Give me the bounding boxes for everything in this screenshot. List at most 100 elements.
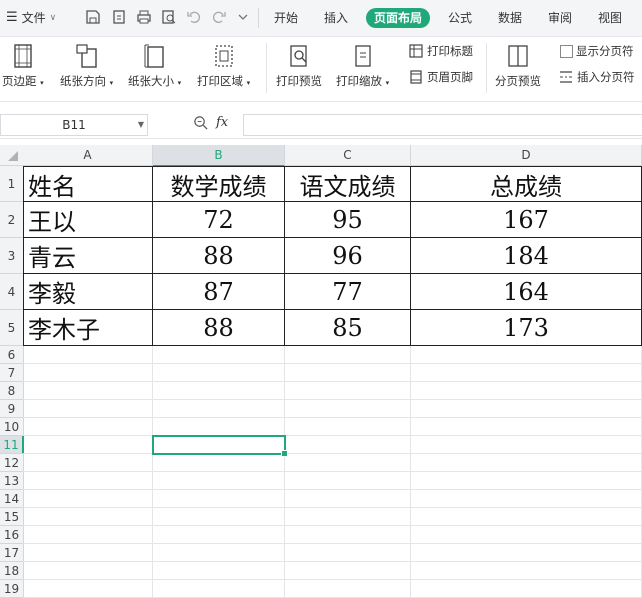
show-page-breaks-checkbox[interactable]: 显示分页符 — [560, 43, 634, 59]
select-all-corner[interactable] — [0, 145, 24, 166]
row-header-2[interactable]: 2 — [0, 202, 24, 238]
table-cell[interactable] — [23, 490, 153, 508]
row-header-3[interactable]: 3 — [0, 238, 24, 274]
table-cell[interactable] — [153, 382, 285, 400]
table-cell[interactable] — [411, 346, 642, 364]
row-header-6[interactable]: 6 — [0, 346, 24, 364]
table-cell[interactable]: 96 — [285, 238, 411, 274]
tab-home[interactable]: 开始 — [266, 8, 306, 28]
row-header-18[interactable]: 18 — [0, 562, 24, 580]
row-header-16[interactable]: 16 — [0, 526, 24, 544]
table-cell[interactable] — [411, 526, 642, 544]
column-header-c[interactable]: C — [285, 145, 411, 166]
table-cell[interactable] — [23, 418, 153, 436]
tab-view[interactable]: 视图 — [590, 8, 630, 28]
save-icon[interactable] — [84, 8, 102, 26]
table-cell[interactable]: 173 — [411, 310, 642, 346]
row-header-11[interactable]: 11 — [0, 436, 24, 454]
table-cell[interactable] — [411, 454, 642, 472]
table-cell[interactable] — [23, 454, 153, 472]
row-header-10[interactable]: 10 — [0, 418, 24, 436]
table-cell[interactable] — [285, 490, 411, 508]
table-cell[interactable] — [23, 544, 153, 562]
active-cell-selection[interactable] — [152, 435, 288, 457]
undo-icon[interactable] — [185, 8, 203, 26]
table-cell[interactable] — [411, 418, 642, 436]
table-cell[interactable] — [153, 472, 285, 490]
orientation-button[interactable]: 纸张方向 ▾ — [60, 43, 113, 89]
table-cell[interactable] — [411, 544, 642, 562]
table-cell[interactable] — [411, 436, 642, 454]
quick-access-dropdown-icon[interactable] — [234, 8, 252, 26]
table-cell[interactable] — [23, 508, 153, 526]
table-cell[interactable] — [285, 472, 411, 490]
table-cell[interactable] — [411, 580, 642, 598]
row-header-5[interactable]: 5 — [0, 310, 24, 346]
table-cell[interactable] — [153, 544, 285, 562]
table-cell[interactable]: 青云 — [23, 238, 153, 274]
table-cell[interactable] — [285, 364, 411, 382]
table-cell[interactable] — [153, 490, 285, 508]
print-icon[interactable] — [135, 8, 153, 26]
table-cell[interactable] — [153, 400, 285, 418]
fill-handle[interactable] — [281, 450, 288, 457]
table-cell[interactable] — [153, 526, 285, 544]
table-cell[interactable] — [153, 346, 285, 364]
margins-button[interactable]: 页边距 ▾ — [2, 43, 44, 89]
table-cell[interactable] — [285, 382, 411, 400]
table-header-cell[interactable]: 语文成绩 — [285, 166, 411, 202]
row-header-9[interactable]: 9 — [0, 400, 24, 418]
row-header-8[interactable]: 8 — [0, 382, 24, 400]
table-cell[interactable] — [285, 562, 411, 580]
table-cell[interactable] — [411, 490, 642, 508]
print-scale-button[interactable]: 打印缩放 ▾ — [336, 43, 389, 89]
print-preview-icon[interactable] — [160, 8, 178, 26]
row-header-4[interactable]: 4 — [0, 274, 24, 310]
table-cell[interactable]: 王以 — [23, 202, 153, 238]
table-cell[interactable] — [285, 346, 411, 364]
table-cell[interactable] — [411, 382, 642, 400]
column-header-a[interactable]: A — [23, 145, 153, 166]
table-cell[interactable] — [411, 400, 642, 418]
table-cell[interactable] — [23, 436, 153, 454]
paper-size-button[interactable]: 纸张大小 ▾ — [128, 43, 181, 89]
header-footer-button[interactable]: 页眉页脚 — [408, 69, 473, 85]
table-cell[interactable] — [285, 436, 411, 454]
file-menu[interactable]: ☰ 文件 ∨ — [6, 9, 56, 26]
row-header-14[interactable]: 14 — [0, 490, 24, 508]
table-cell[interactable] — [23, 472, 153, 490]
table-cell[interactable] — [285, 508, 411, 526]
tab-review[interactable]: 审阅 — [540, 8, 580, 28]
row-header-12[interactable]: 12 — [0, 454, 24, 472]
fx-icon[interactable]: fx — [216, 115, 228, 130]
table-cell[interactable] — [153, 580, 285, 598]
table-cell[interactable]: 164 — [411, 274, 642, 310]
table-cell[interactable]: 88 — [153, 238, 285, 274]
tab-page-layout[interactable]: 页面布局 — [366, 8, 431, 28]
column-header-d[interactable]: D — [411, 145, 642, 166]
print-titles-button[interactable]: 打印标题 — [408, 43, 473, 59]
table-header-cell[interactable]: 姓名 — [23, 166, 153, 202]
row-header-17[interactable]: 17 — [0, 544, 24, 562]
table-cell[interactable] — [153, 508, 285, 526]
page-break-preview-button[interactable]: 分页预览 — [495, 43, 541, 89]
table-cell[interactable] — [285, 526, 411, 544]
table-cell[interactable] — [153, 562, 285, 580]
table-cell[interactable]: 77 — [285, 274, 411, 310]
row-header-1[interactable]: 1 — [0, 166, 24, 202]
table-cell[interactable] — [411, 364, 642, 382]
table-cell[interactable]: 88 — [153, 310, 285, 346]
table-cell[interactable] — [285, 400, 411, 418]
table-cell[interactable] — [285, 544, 411, 562]
print-area-button[interactable]: 打印区域 ▾ — [197, 43, 250, 89]
table-cell[interactable]: 85 — [285, 310, 411, 346]
spreadsheet-grid[interactable]: A B C D 1 姓名 数学成绩 语文成绩 总成绩 2 王以 72 95 167 3 青云 88 96 184 4 李… — [0, 145, 642, 598]
row-header-7[interactable]: 7 — [0, 364, 24, 382]
print-preview-button[interactable]: 打印预览 — [276, 43, 322, 89]
table-cell[interactable] — [411, 472, 642, 490]
table-header-cell[interactable]: 数学成绩 — [153, 166, 285, 202]
table-cell[interactable] — [285, 580, 411, 598]
table-cell[interactable] — [285, 418, 411, 436]
table-cell[interactable] — [285, 454, 411, 472]
table-cell[interactable] — [23, 580, 153, 598]
